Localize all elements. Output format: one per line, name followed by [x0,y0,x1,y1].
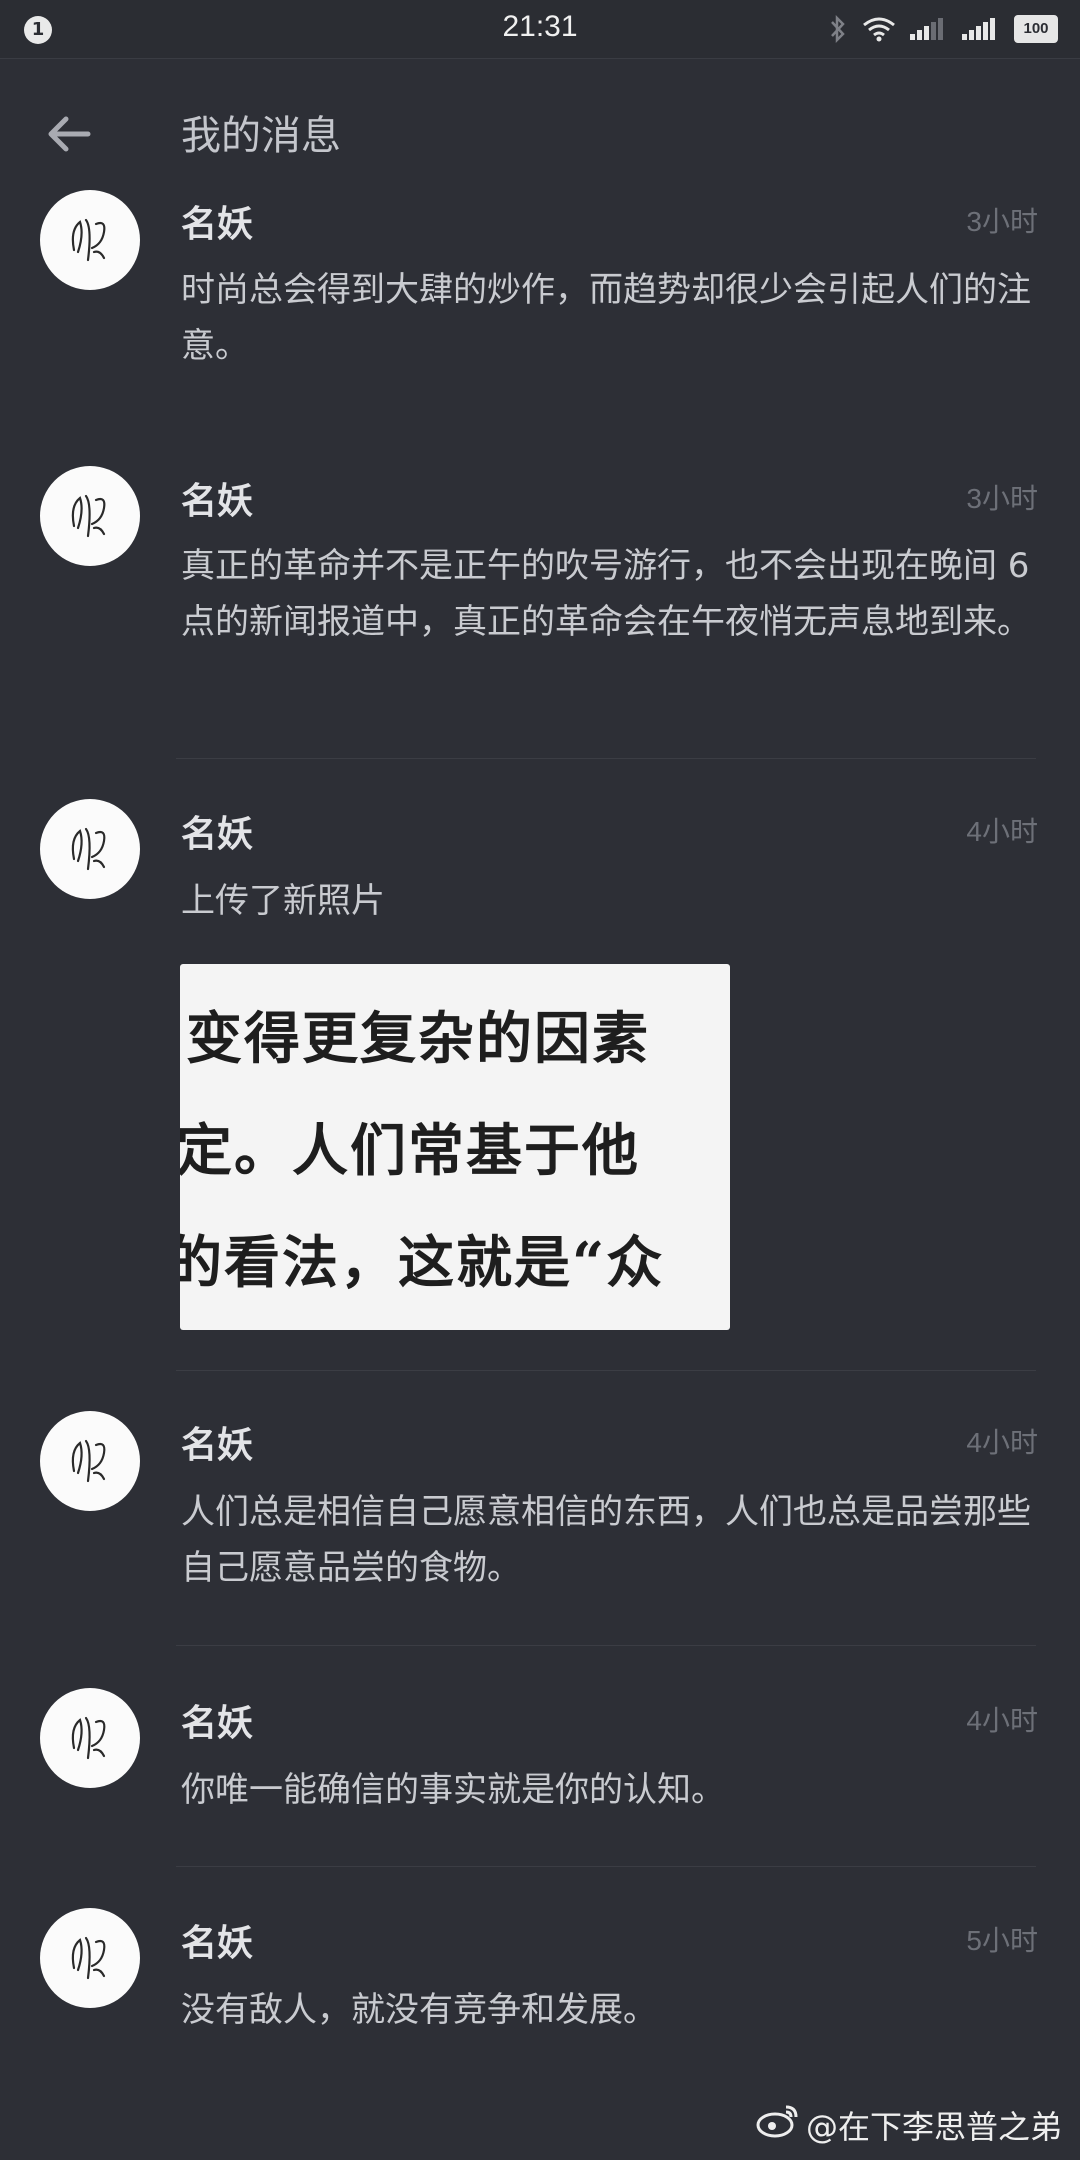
divider [176,1370,1036,1371]
bluetooth-icon [828,14,848,44]
divider [176,1645,1036,1646]
divider [176,1866,1036,1867]
message-text: 没有敌人，就没有竞争和发展。 [181,1990,657,2030]
message-text: 时尚总会得到大肆的炒作，而趋势却很少会引起人们的注意。 [181,270,1031,366]
watermark-text: @在下李思普之弟 [805,2108,1062,2146]
sender-name: 名妖 [181,1425,254,1466]
sender-name: 名妖 [181,481,254,522]
message-text: 上传了新照片 [181,881,385,921]
uploaded-photo[interactable]: 变得更复杂的因素 定。人们常基于他 的看法，这就是“众 [180,964,730,1330]
message-time: 5小时 [966,1925,1038,1956]
status-icons: 100 [828,12,1058,46]
photo-text-line: 变得更复杂的因素 [186,1006,650,1072]
weibo-icon [756,2103,800,2147]
signal-icon-2 [962,16,1000,42]
battery-icon: 100 [1014,15,1058,43]
avatar[interactable] [40,799,140,899]
watermark: @在下李思普之弟 [756,2102,1062,2148]
photo-text-line: 定。人们常基于他 [180,1118,640,1184]
avatar[interactable] [40,1688,140,1788]
page-title: 我的消息 [181,113,341,159]
back-arrow-icon [48,116,91,152]
avatar[interactable] [40,466,140,566]
message-time: 3小时 [966,206,1038,237]
message-time: 4小时 [966,1427,1038,1458]
sender-name: 名妖 [181,1923,254,1964]
sender-name: 名妖 [181,204,254,245]
status-bar: 1 21:31 100 [0,0,1080,59]
wifi-icon [862,15,896,43]
message-time: 3小时 [966,483,1038,514]
avatar[interactable] [40,1908,140,2008]
message-text: 你唯一能确信的事实就是你的认知。 [181,1770,725,1810]
avatar[interactable] [40,1411,140,1511]
avatar[interactable] [40,190,140,290]
signal-icon [910,16,948,42]
message-time: 4小时 [966,1705,1038,1736]
sender-name: 名妖 [181,814,254,855]
sender-name: 名妖 [181,1703,254,1744]
back-button[interactable] [40,103,100,163]
top-bar: 我的消息 [0,59,1080,199]
photo-text-line: 的看法，这就是“众 [180,1230,665,1296]
divider [176,758,1036,759]
message-time: 4小时 [966,816,1038,847]
message-text: 人们总是相信自己愿意相信的东西，人们也总是品尝那些自己愿意品尝的食物。 [181,1492,1031,1588]
message-text: 真正的革命并不是正午的吹号游行，也不会出现在晚间 6 点的新闻报道中，真正的革命… [181,546,1031,642]
